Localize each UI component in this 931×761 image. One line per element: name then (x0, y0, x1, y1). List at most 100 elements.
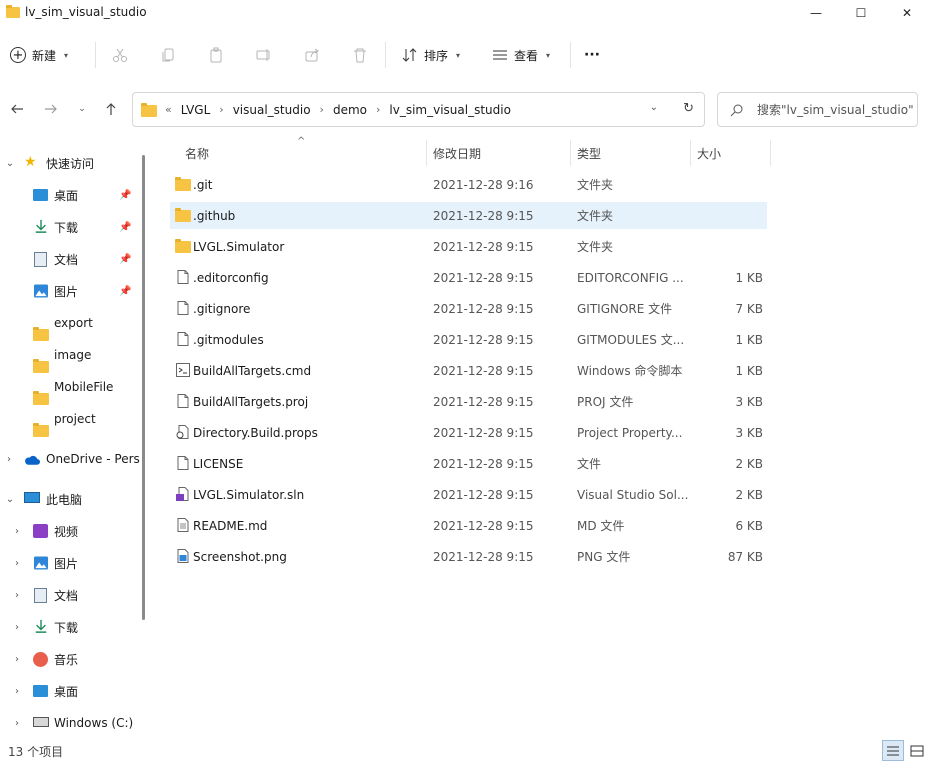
breadcrumb-lvgl[interactable]: LVGL (181, 103, 211, 117)
sort-dropdown[interactable]: 排序 ▾ (402, 45, 460, 65)
details-view-button[interactable] (882, 740, 904, 761)
tiles-view-button[interactable] (906, 740, 928, 761)
chevron-right-icon[interactable]: › (12, 718, 22, 729)
chevron-right-icon[interactable]: › (12, 558, 22, 569)
sidebar-item-onedrive[interactable]: › OneDrive - Pers (0, 443, 150, 475)
sidebar-item-downloads[interactable]: 下载 📌 (0, 211, 150, 243)
file-row[interactable]: .gitignore 2021-12-28 9:15 GITIGNORE 文件 7 K… (170, 295, 767, 322)
sidebar-label: OneDrive - Pers (46, 452, 140, 466)
forward-button[interactable] (41, 99, 61, 119)
file-row[interactable]: BuildAllTargets.cmd 2021-12-28 9:15 Window… (170, 357, 767, 384)
view-dropdown[interactable]: 查看 ▾ (492, 45, 550, 65)
chevron-down-icon[interactable]: ⌄ (5, 158, 15, 169)
column-header-date[interactable]: 修改日期 (433, 145, 481, 162)
file-size: 3 KB (735, 394, 763, 409)
breadcrumb-visual-studio[interactable]: visual_studio (233, 103, 311, 117)
tiles-view-icon (910, 745, 924, 756)
new-button[interactable]: + 新建 ▾ (10, 42, 68, 68)
file-row[interactable]: LICENSE 2021-12-28 9:15 文件 2 KB (170, 450, 767, 477)
up-button[interactable] (101, 99, 121, 119)
sort-ascending-icon: ^ (297, 136, 306, 147)
sidebar-item-mobilefile[interactable]: MobileFile (0, 371, 150, 405)
breadcrumb-lv-sim-visual-studio[interactable]: lv_sim_visual_studio (389, 103, 511, 117)
file-icon (175, 393, 191, 409)
chevron-right-icon[interactable]: › (12, 526, 22, 537)
close-button[interactable]: ✕ (884, 0, 930, 26)
sidebar-item-project[interactable]: project (0, 403, 150, 437)
column-header-size[interactable]: 大小 (697, 145, 721, 162)
search-input[interactable]: 搜索"lv_sim_visual_studio" (757, 101, 914, 118)
chevron-right-icon[interactable]: › (219, 103, 223, 116)
sidebar-item-export[interactable]: export (0, 307, 150, 341)
sidebar-item-this-pc[interactable]: ⌄ 此电脑 (0, 483, 150, 515)
window-title: lv_sim_visual_studio (25, 5, 147, 19)
sidebar-label: image (54, 348, 92, 362)
column-header-name[interactable]: 名称 (185, 145, 209, 162)
sidebar-item-documents-pc[interactable]: › 文档 (0, 579, 150, 611)
overflow-breadcrumb[interactable]: « (165, 103, 172, 116)
sidebar-item-videos[interactable]: › 视频 (0, 515, 150, 547)
file-type: MD 文件 (577, 519, 625, 533)
cut-icon[interactable] (110, 45, 130, 65)
file-row[interactable]: BuildAllTargets.proj 2021-12-28 9:15 PROJ … (170, 388, 767, 415)
file-row[interactable]: README.md 2021-12-28 9:15 MD 文件 6 KB (170, 512, 767, 539)
file-row[interactable]: LVGL.Simulator 2021-12-28 9:15 文件夹 (170, 233, 767, 260)
file-row[interactable]: Directory.Build.props 2021-12-28 9:15 Proj… (170, 419, 767, 446)
pin-icon[interactable]: 📌 (119, 254, 131, 265)
sidebar-item-drive-c[interactable]: › Windows (C:) (0, 707, 150, 739)
recent-locations-button[interactable]: ⌄ (72, 99, 92, 119)
chevron-right-icon[interactable]: › (12, 622, 22, 633)
paste-icon[interactable] (206, 45, 226, 65)
chevron-down-icon[interactable]: ⌄ (650, 102, 658, 113)
chevron-right-icon[interactable]: › (320, 103, 324, 116)
drive-icon (33, 717, 49, 727)
sidebar-item-downloads-pc[interactable]: › 下载 (0, 611, 150, 643)
command-bar: + 新建 ▾ 排序 ▾ 查看 ▾ ··· (0, 30, 931, 80)
chevron-down-icon[interactable]: ⌄ (5, 494, 15, 505)
minimize-button[interactable]: — (793, 0, 839, 26)
sidebar-label: export (54, 316, 93, 330)
breadcrumb-demo[interactable]: demo (333, 103, 367, 117)
chevron-right-icon[interactable]: › (12, 590, 22, 601)
refresh-icon[interactable]: ↻ (683, 101, 694, 116)
view-label: 查看 (514, 48, 539, 63)
chevron-right-icon[interactable]: › (12, 654, 22, 665)
sidebar-item-desktop[interactable]: 桌面 📌 (0, 179, 150, 211)
sidebar-scrollbar[interactable] (142, 155, 145, 620)
arrow-up-icon (106, 103, 116, 115)
file-size: 2 KB (735, 487, 763, 502)
sidebar-item-quick-access[interactable]: ⌄ ★ 快速访问 (0, 147, 150, 179)
pin-icon[interactable]: 📌 (119, 190, 131, 201)
file-row[interactable]: .editorconfig 2021-12-28 9:15 EDITORCONFIG… (170, 264, 767, 291)
delete-icon[interactable] (350, 45, 370, 65)
plus-icon: + (10, 47, 26, 63)
search-box[interactable]: 搜索"lv_sim_visual_studio" (717, 92, 918, 127)
file-row[interactable]: .gitmodules 2021-12-28 9:15 GITMODULES 文..… (170, 326, 767, 353)
more-options-button[interactable]: ··· (584, 45, 600, 65)
pin-icon[interactable]: 📌 (119, 286, 131, 297)
file-date: 2021-12-28 9:15 (433, 301, 534, 316)
chevron-right-icon[interactable]: › (12, 686, 22, 697)
sidebar-item-image[interactable]: image (0, 339, 150, 373)
maximize-button[interactable]: ☐ (838, 0, 884, 26)
column-header-type[interactable]: 类型 (577, 145, 601, 162)
file-row[interactable]: LVGL.Simulator.sln 2021-12-28 9:15 Visual … (170, 481, 767, 508)
sidebar-item-pictures-pc[interactable]: › 图片 (0, 547, 150, 579)
sidebar-item-documents[interactable]: 文档 📌 (0, 243, 150, 275)
chevron-right-icon[interactable]: › (4, 454, 14, 465)
back-button[interactable] (7, 99, 27, 119)
rename-icon[interactable] (254, 45, 274, 65)
pin-icon[interactable]: 📌 (119, 222, 131, 233)
file-row[interactable]: Screenshot.png 2021-12-28 9:15 PNG 文件 87 KB (170, 543, 767, 570)
sidebar-item-music[interactable]: › 音乐 (0, 643, 150, 675)
share-icon[interactable] (302, 45, 322, 65)
file-name: .editorconfig (193, 270, 269, 285)
file-row[interactable]: .git 2021-12-28 9:16 文件夹 (170, 171, 767, 198)
copy-icon[interactable] (158, 45, 178, 65)
sidebar-label: 文档 (54, 252, 79, 267)
sidebar-item-desktop-pc[interactable]: › 桌面 (0, 675, 150, 707)
address-bar[interactable]: « LVGL › visual_studio › demo › lv_sim_v… (132, 92, 705, 127)
file-row[interactable]: .github 2021-12-28 9:15 文件夹 (170, 202, 767, 229)
chevron-right-icon[interactable]: › (376, 103, 380, 116)
sidebar-item-pictures[interactable]: 图片 📌 (0, 275, 150, 307)
